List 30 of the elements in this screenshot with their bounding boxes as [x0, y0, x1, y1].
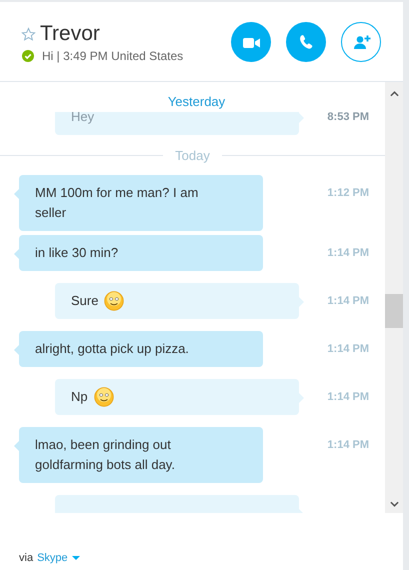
scroll-thumb[interactable]	[385, 294, 403, 328]
day-divider-label: Today	[175, 148, 210, 162]
message-text: in like 30 min?	[35, 244, 118, 262]
message-time: 1:12 PM	[327, 186, 369, 201]
service-dropdown[interactable]: Skype	[37, 552, 80, 564]
via-label: via	[19, 552, 34, 564]
message-text: Np	[71, 388, 88, 406]
contact-name: Trevor	[40, 22, 100, 46]
message-time: 1:14 PM	[327, 390, 369, 405]
message-time: 1:14 PM	[327, 246, 369, 261]
message-text: alright, gotta pick up pizza.	[35, 340, 189, 358]
message-time: 1:14 PM	[327, 294, 369, 309]
message-time: 1:14 PM	[327, 438, 369, 453]
scroll-down-icon[interactable]	[390, 501, 398, 507]
status-icon	[22, 50, 34, 62]
message-time: 1:14 PM	[327, 342, 369, 357]
date-header: Yesterday	[168, 93, 226, 111]
star-icon[interactable]	[21, 26, 36, 42]
message-time: 8:53 PM	[327, 110, 369, 125]
caret-icon	[72, 556, 80, 560]
message-text: lmao, been grinding out goldfarming bots all day.	[35, 436, 176, 474]
message-text: MM 100m for me man? I am seller	[35, 184, 200, 222]
video-call-button[interactable]	[231, 22, 271, 62]
call-button[interactable]	[286, 22, 326, 62]
add-contact-button[interactable]	[341, 22, 381, 62]
status-text: Hi | 3:49 PM United States	[42, 49, 184, 63]
message-text: Hey	[71, 108, 94, 126]
scroll-up-icon[interactable]	[390, 91, 398, 97]
scrollbar[interactable]	[385, 82, 403, 513]
message-text: Sure	[71, 292, 98, 310]
